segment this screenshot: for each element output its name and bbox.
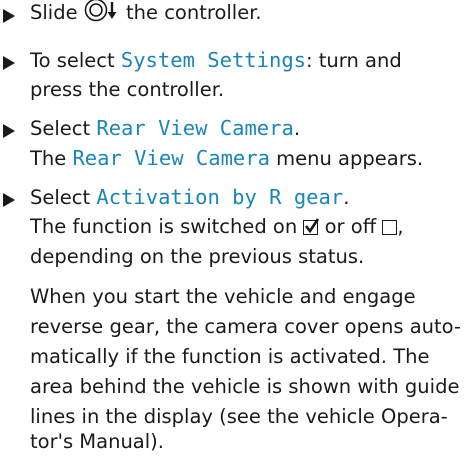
- step-text: To select: [30, 49, 121, 72]
- step-text: The function is switched on: [30, 215, 304, 238]
- step-text: .: [293, 117, 301, 140]
- bullet-icon: [3, 124, 15, 138]
- bullet-icon: [3, 193, 15, 207]
- paragraph-line: matically if the function is activated. …: [30, 345, 430, 368]
- step-text: the controller.: [119, 1, 262, 24]
- menu-item-rear-view-camera: Rear View Camera: [96, 116, 294, 140]
- paragraph-line: area behind the vehicle is shown with gu…: [30, 375, 460, 398]
- step-text: The: [30, 147, 73, 170]
- step-text: Select: [30, 186, 97, 209]
- checkbox-checked-icon: [303, 218, 320, 235]
- instruction-page: Slide the controller. To select System S…: [0, 0, 467, 453]
- paragraph-line: When you start the vehicle and engage: [30, 285, 416, 308]
- step-text: Select: [30, 117, 97, 140]
- bullet-icon: [3, 9, 15, 23]
- menu-title-rear-view-camera: Rear View Camera: [72, 146, 270, 170]
- menu-item-activation-by-r-gear: Activation by R gear: [96, 185, 344, 209]
- controller-slide-down-icon: [84, 0, 120, 31]
- paragraph-line: reverse gear, the camera cover opens aut…: [30, 315, 461, 338]
- step-text: menu appears.: [269, 147, 424, 170]
- checkbox-unchecked-icon: [382, 220, 398, 235]
- step-text: .: [343, 186, 350, 209]
- bullet-icon: [3, 56, 15, 70]
- menu-item-system-settings: System Settings: [120, 48, 307, 72]
- step-text: press the controller.: [30, 78, 225, 101]
- step-text: : turn and: [306, 49, 402, 72]
- step-text: depending on the previous status.: [30, 245, 365, 268]
- step-text: Slide: [30, 1, 84, 24]
- step-text: or off: [318, 215, 383, 238]
- step-text: ,: [397, 215, 404, 238]
- paragraph-line: tor's Manual).: [30, 430, 164, 453]
